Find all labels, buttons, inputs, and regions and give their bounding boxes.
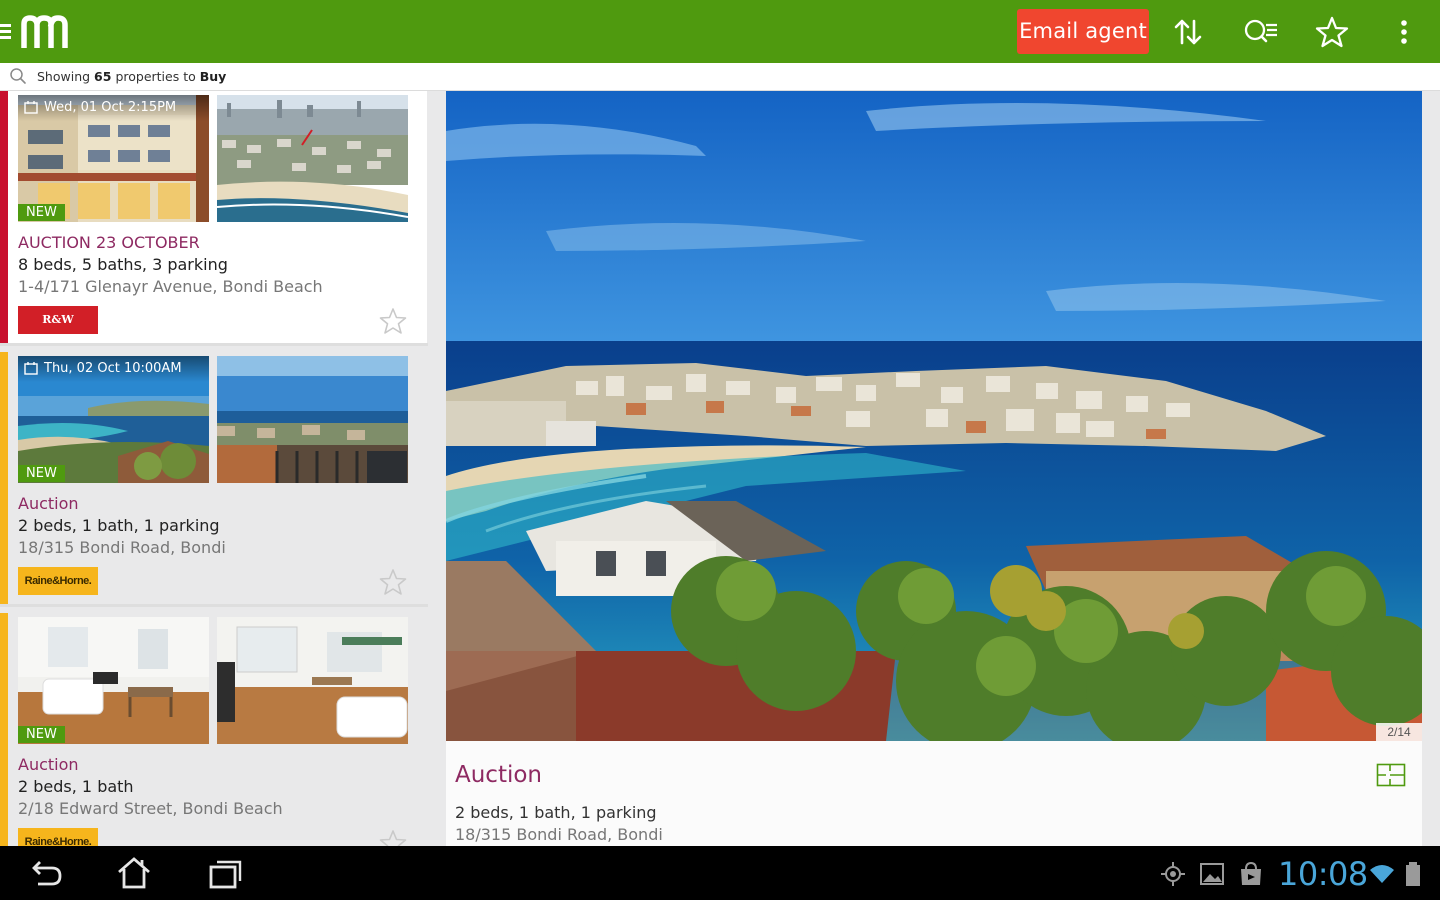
search-summary-bar[interactable]: Showing 65 properties to Buy xyxy=(0,63,1440,91)
detail-address: 18/315 Bondi Road, Bondi xyxy=(455,825,663,844)
listing-photo[interactable] xyxy=(217,95,408,222)
domain-logo[interactable] xyxy=(20,14,70,48)
listing-features: 8 beds, 5 baths, 3 parking xyxy=(18,255,228,274)
listing-accent-bar xyxy=(0,91,8,346)
store-icon xyxy=(1241,861,1261,885)
inspection-time-badge: Wed, 01 Oct 2:15PM xyxy=(18,95,209,121)
listing-accent-bar xyxy=(0,613,8,846)
shortlist-star-icon[interactable] xyxy=(378,828,408,846)
result-count: 65 xyxy=(94,69,112,84)
menu-icon[interactable] xyxy=(0,24,11,40)
card-divider xyxy=(0,343,428,346)
listing-accent-bar xyxy=(0,352,8,607)
shortlist-star-icon[interactable] xyxy=(378,567,408,597)
system-clock: 10:08 xyxy=(1278,855,1368,893)
back-icon[interactable] xyxy=(26,854,66,892)
detail-features: 2 beds, 1 bath, 1 parking xyxy=(455,803,657,822)
agency-logo: Raine&Horne. xyxy=(18,828,98,846)
new-badge: NEW xyxy=(18,204,65,221)
gps-icon xyxy=(1161,862,1185,886)
calendar-icon xyxy=(24,101,38,114)
calendar-icon xyxy=(24,362,38,375)
shortlist-star-icon[interactable] xyxy=(378,306,408,336)
search-icon[interactable] xyxy=(9,67,27,85)
detail-sale-method: Auction xyxy=(455,762,543,788)
photo-counter: 2/14 xyxy=(1376,723,1422,741)
new-badge: NEW xyxy=(18,465,65,482)
listing-mode: Buy xyxy=(199,69,227,84)
listing-address: 18/315 Bondi Road, Bondi xyxy=(18,538,226,557)
card-divider xyxy=(0,604,428,607)
agency-logo: Raine&Horne. xyxy=(18,567,98,595)
listing-photo[interactable]: NEW xyxy=(18,617,209,744)
app-bar: Email agent xyxy=(0,0,1440,63)
favourite-icon[interactable] xyxy=(1314,14,1350,50)
battery-icon xyxy=(1406,862,1420,886)
agency-logo: R&W xyxy=(18,306,98,334)
gallery-icon xyxy=(1200,863,1224,885)
listing-features: 2 beds, 1 bath, 1 parking xyxy=(18,516,220,535)
listing-features: 2 beds, 1 bath xyxy=(18,777,134,796)
listing-card[interactable]: Wed, 01 Oct 2:15PM NEW AUCTION 23 OCTOBE… xyxy=(0,91,428,346)
listing-card[interactable]: Thu, 02 Oct 10:00AM NEW Auction 2 beds, … xyxy=(0,352,428,607)
listing-photo[interactable] xyxy=(217,617,408,744)
listing-list[interactable]: Wed, 01 Oct 2:15PM NEW AUCTION 23 OCTOBE… xyxy=(0,91,428,846)
wifi-icon xyxy=(1370,865,1394,883)
inspection-time-badge: Thu, 02 Oct 10:00AM xyxy=(18,356,209,382)
sale-method: Auction xyxy=(18,494,79,513)
overflow-menu-icon[interactable] xyxy=(1386,14,1422,50)
new-badge: NEW xyxy=(18,726,65,743)
sort-icon[interactable] xyxy=(1170,14,1206,50)
hero-photo[interactable] xyxy=(446,91,1422,741)
system-nav-bar: 10:08 xyxy=(0,846,1440,900)
listing-detail-pane: 2/14 Auction 2 beds, 1 bath, 1 parking 1… xyxy=(446,91,1422,846)
recent-apps-icon[interactable] xyxy=(205,854,245,892)
search-summary-text: Showing 65 properties to Buy xyxy=(37,69,227,84)
listing-photo[interactable]: Thu, 02 Oct 10:00AM NEW xyxy=(18,356,209,483)
sale-method: AUCTION 23 OCTOBER xyxy=(18,233,200,252)
listing-photo[interactable]: Wed, 01 Oct 2:15PM NEW xyxy=(18,95,209,222)
sale-method: Auction xyxy=(18,755,79,774)
email-agent-button[interactable]: Email agent xyxy=(1017,9,1149,54)
listing-address: 2/18 Edward Street, Bondi Beach xyxy=(18,799,283,818)
floorplan-icon[interactable] xyxy=(1376,763,1406,787)
home-icon[interactable] xyxy=(114,854,154,892)
listing-address: 1-4/171 Glenayr Avenue, Bondi Beach xyxy=(18,277,323,296)
listing-photo[interactable] xyxy=(217,356,408,483)
saved-search-icon[interactable] xyxy=(1242,14,1278,50)
listing-card[interactable]: NEW Auction 2 beds, 1 bath 2/18 Edward S… xyxy=(0,613,428,846)
